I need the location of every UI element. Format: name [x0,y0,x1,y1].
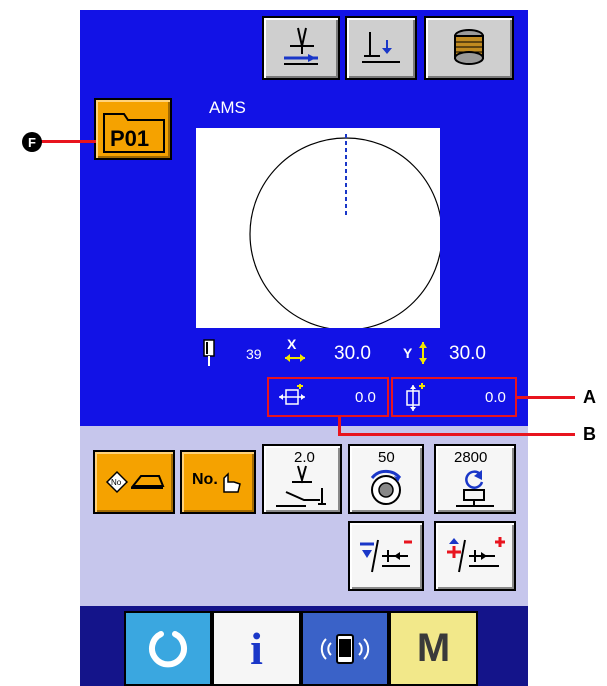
counter-decrease-icon [360,539,412,573]
x-scale-value: 30.0 [334,343,371,364]
callout-a-line [517,396,575,399]
bobbin-winder-button[interactable] [424,16,514,80]
svg-text:No: No [111,478,122,487]
max-speed-value: 2800 [454,449,488,466]
move-x-value: 0.0 [355,389,376,406]
pattern-name: AMS [209,98,246,117]
communication-button[interactable] [301,611,389,686]
pattern-preview [196,128,443,331]
callout-a: A [583,387,596,407]
pattern-folder-label: P01 [110,126,150,151]
callout-b: B [583,424,596,444]
reset-button[interactable] [124,611,212,686]
pattern-circle-shape [249,134,443,331]
thread-tension-value: 2.0 [294,449,315,466]
thread-tension-icon [276,465,326,507]
counter-decrease-button[interactable] [348,521,424,591]
needle-icon [203,339,215,366]
move-y-value: 0.0 [485,389,506,406]
pattern-number-list-button[interactable]: No [93,450,175,514]
presser-lower-icon [362,32,400,63]
presser-height-button[interactable]: 50 [348,444,424,514]
callout-f: F [22,132,42,152]
counter-increase-button[interactable] [434,521,516,591]
mode-label: M [416,626,451,670]
move-y-readout[interactable]: 0.0 [391,377,517,417]
max-speed-button[interactable]: 2800 [434,444,516,514]
max-speed-icon [456,470,494,507]
pattern-folder-button[interactable]: P01 [94,98,172,160]
move-x-icon [279,384,305,405]
presser-height-value: 50 [378,449,395,466]
callout-f-line [38,140,96,143]
thread-clamp-icon [284,27,318,65]
move-x-readout[interactable]: 0.0 [267,377,389,417]
move-y-icon [406,383,425,411]
thread-tension-button[interactable]: 2.0 [262,444,342,514]
hand-pointer-icon: No. [192,471,241,493]
bobbin-winder-icon [454,29,484,65]
callout-b-line [338,433,575,436]
y-scale-value: 30.0 [449,343,486,364]
x-scale-label: X [287,336,297,352]
stitch-count: 39 [246,346,262,362]
pattern-number-select-button[interactable]: No. [180,450,256,514]
communication-icon [320,633,370,664]
y-scale-icon [419,342,427,364]
presser-height-icon [370,469,402,505]
mode-button[interactable]: M [389,611,478,686]
information-icon: i [250,623,263,674]
y-scale-label: Y [403,345,413,361]
svg-text:No.: No. [192,471,218,488]
thread-clamp-button[interactable] [262,16,340,80]
counter-increase-icon [447,537,505,573]
reset-icon [149,630,187,667]
presser-button[interactable] [345,16,417,80]
pattern-list-icon: No [105,470,165,494]
information-button[interactable]: i [212,611,301,686]
